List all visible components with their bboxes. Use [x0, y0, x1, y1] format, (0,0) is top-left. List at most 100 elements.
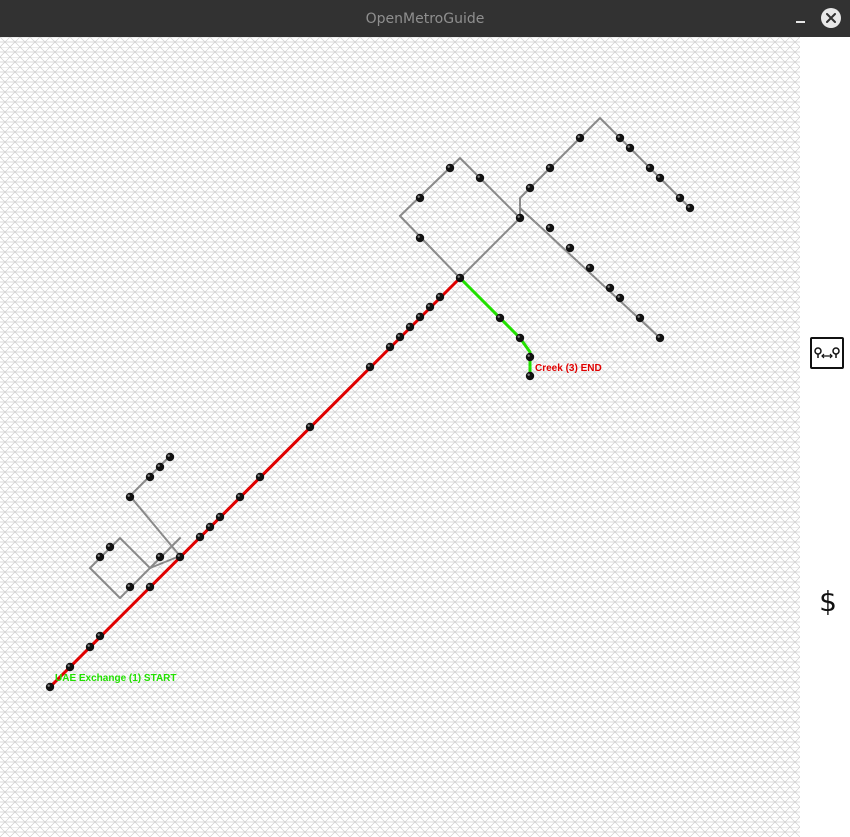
- station-marker[interactable]: [145, 582, 155, 592]
- station-highlight: [157, 464, 160, 467]
- station-marker[interactable]: [545, 163, 555, 173]
- station-highlight: [47, 684, 50, 687]
- station-marker[interactable]: [655, 173, 665, 183]
- station-highlight: [627, 145, 630, 148]
- station-highlight: [577, 135, 580, 138]
- station-marker[interactable]: [165, 452, 175, 462]
- station-marker[interactable]: [605, 283, 615, 293]
- station-marker[interactable]: [585, 263, 595, 273]
- station-highlight: [637, 315, 640, 318]
- station-highlight: [207, 524, 210, 527]
- minimize-icon: [795, 21, 805, 23]
- station-highlight: [457, 275, 460, 278]
- station-highlight: [397, 334, 400, 337]
- station-marker[interactable]: [125, 582, 135, 592]
- fare-button[interactable]: $: [816, 585, 840, 619]
- metro-map[interactable]: UAE Exchange (1) START Creek (3) END: [0, 37, 800, 837]
- station-highlight: [237, 494, 240, 497]
- station-marker[interactable]: [305, 422, 315, 432]
- station-marker[interactable]: [455, 273, 465, 283]
- station-marker[interactable]: [525, 371, 535, 381]
- station-marker[interactable]: [515, 213, 525, 223]
- station-marker[interactable]: [495, 313, 505, 323]
- close-button[interactable]: [821, 8, 841, 28]
- station-marker[interactable]: [155, 552, 165, 562]
- station-highlight: [167, 454, 170, 457]
- station-highlight: [437, 294, 440, 297]
- station-marker[interactable]: [435, 292, 445, 302]
- station-marker[interactable]: [95, 552, 105, 562]
- station-highlight: [127, 494, 130, 497]
- station-highlight: [417, 235, 420, 238]
- station-marker[interactable]: [255, 472, 265, 482]
- station-highlight: [657, 335, 660, 338]
- station-marker[interactable]: [645, 163, 655, 173]
- station-marker[interactable]: [525, 183, 535, 193]
- station-marker[interactable]: [445, 163, 455, 173]
- station-marker[interactable]: [365, 362, 375, 372]
- station-marker[interactable]: [125, 492, 135, 502]
- station-marker[interactable]: [415, 193, 425, 203]
- station-marker[interactable]: [385, 342, 395, 352]
- station-marker[interactable]: [615, 293, 625, 303]
- sidebar: $: [800, 37, 850, 837]
- station-highlight: [387, 344, 390, 347]
- station-highlight: [447, 165, 450, 168]
- station-highlight: [517, 215, 520, 218]
- station-marker[interactable]: [515, 333, 525, 343]
- station-marker[interactable]: [235, 492, 245, 502]
- station-highlight: [527, 354, 530, 357]
- route-pins-icon: [814, 347, 840, 359]
- station-highlight: [107, 544, 110, 547]
- station-marker[interactable]: [615, 133, 625, 143]
- station-marker[interactable]: [195, 532, 205, 542]
- station-marker[interactable]: [65, 662, 75, 672]
- route-planner-button[interactable]: [810, 337, 844, 369]
- station-highlight: [417, 314, 420, 317]
- station-marker[interactable]: [655, 333, 665, 343]
- station-marker[interactable]: [545, 223, 555, 233]
- title-bar: OpenMetroGuide: [0, 0, 850, 37]
- station-marker[interactable]: [105, 542, 115, 552]
- station-marker[interactable]: [525, 352, 535, 362]
- station-marker[interactable]: [625, 143, 635, 153]
- station-marker[interactable]: [45, 682, 55, 692]
- station-highlight: [87, 644, 90, 647]
- station-highlight: [417, 195, 420, 198]
- station-marker[interactable]: [635, 313, 645, 323]
- start-station-label: UAE Exchange (1) START: [55, 673, 177, 684]
- station-highlight: [177, 554, 180, 557]
- station-highlight: [257, 474, 260, 477]
- metro-map-canvas[interactable]: UAE Exchange (1) START Creek (3) END: [0, 37, 800, 837]
- minimize-button[interactable]: [790, 8, 810, 28]
- station-marker[interactable]: [95, 631, 105, 641]
- station-marker[interactable]: [575, 133, 585, 143]
- station-marker[interactable]: [405, 322, 415, 332]
- station-highlight: [617, 135, 620, 138]
- station-marker[interactable]: [155, 462, 165, 472]
- station-marker[interactable]: [175, 552, 185, 562]
- station-highlight: [527, 373, 530, 376]
- station-marker[interactable]: [425, 302, 435, 312]
- station-highlight: [407, 324, 410, 327]
- station-highlight: [517, 335, 520, 338]
- station-marker[interactable]: [145, 472, 155, 482]
- station-marker[interactable]: [475, 173, 485, 183]
- station-highlight: [657, 175, 660, 178]
- station-marker[interactable]: [675, 193, 685, 203]
- station-highlight: [677, 195, 680, 198]
- station-marker[interactable]: [395, 332, 405, 342]
- station-highlight: [687, 205, 690, 208]
- station-highlight: [647, 165, 650, 168]
- station-marker[interactable]: [85, 642, 95, 652]
- station-highlight: [147, 584, 150, 587]
- station-highlight: [607, 285, 610, 288]
- station-marker[interactable]: [565, 243, 575, 253]
- station-marker[interactable]: [415, 312, 425, 322]
- station-marker[interactable]: [415, 233, 425, 243]
- station-highlight: [527, 185, 530, 188]
- station-highlight: [217, 514, 220, 517]
- station-marker[interactable]: [205, 522, 215, 532]
- station-marker[interactable]: [215, 512, 225, 522]
- station-marker[interactable]: [685, 203, 695, 213]
